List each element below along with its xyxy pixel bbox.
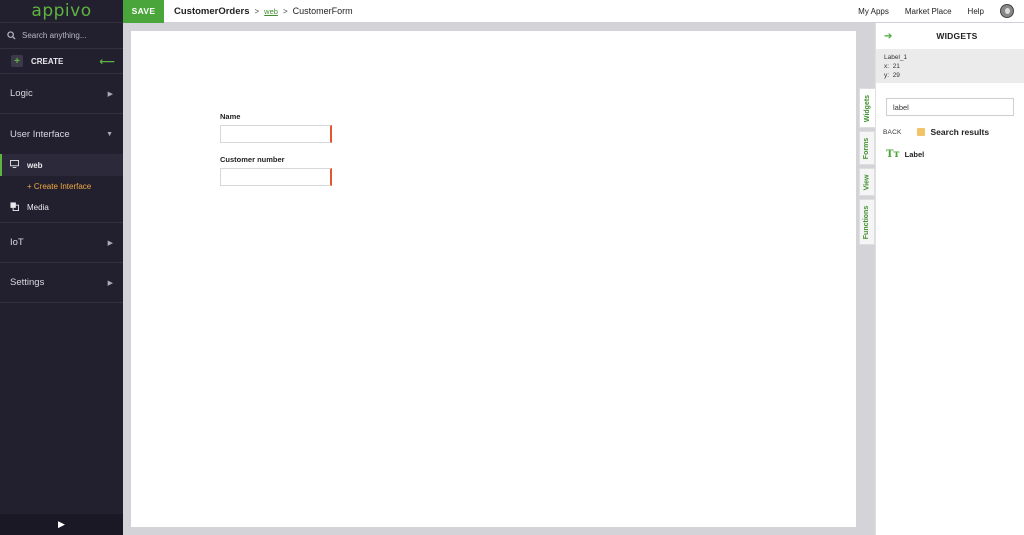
- breadcrumb-separator: >: [254, 6, 260, 16]
- top-nav: My Apps Market Place Help: [858, 4, 1024, 18]
- appivo-logo[interactable]: appivo: [0, 0, 123, 23]
- sidebar-item-media[interactable]: Media: [0, 196, 123, 218]
- tab-functions[interactable]: Functions: [859, 199, 875, 245]
- customer-number-input[interactable]: [220, 168, 332, 186]
- collapse-arrow-icon[interactable]: ⟵: [99, 55, 115, 68]
- name-input[interactable]: [220, 125, 332, 143]
- tab-view[interactable]: View: [859, 168, 875, 196]
- search-results-title: Search results: [930, 127, 990, 137]
- selected-x: 21: [892, 63, 900, 70]
- search-results-header: BACK Search results: [876, 127, 1024, 137]
- create-button[interactable]: + CREATE ⟵: [0, 49, 123, 74]
- tab-forms[interactable]: Forms: [859, 131, 875, 165]
- customer-number-label[interactable]: Customer number: [220, 155, 285, 164]
- panel-tabs: Widgets Forms View Functions: [859, 88, 875, 248]
- text-icon: Tт: [886, 149, 900, 160]
- sidebar-search[interactable]: Search anything...: [0, 23, 123, 49]
- chevron-down-icon: ▼: [106, 130, 113, 138]
- sidebar-group-user-interface: User Interface ▼ web + Create Interface …: [0, 114, 123, 223]
- panel-title: WIDGETS: [936, 31, 978, 41]
- search-input[interactable]: Search anything...: [22, 31, 86, 40]
- my-apps-link[interactable]: My Apps: [858, 7, 889, 16]
- search-icon: [7, 31, 16, 40]
- run-button[interactable]: ▶: [0, 514, 123, 535]
- monitor-icon: [10, 160, 19, 170]
- back-button[interactable]: BACK: [883, 129, 902, 136]
- selected-widget-name: Label_1: [884, 54, 908, 61]
- widget-item-label[interactable]: Tт Label: [876, 149, 1024, 160]
- breadcrumb: CustomerOrders > web > CustomerForm: [174, 6, 353, 17]
- media-icon: [10, 201, 19, 213]
- chevron-right-icon: ▶: [107, 239, 113, 247]
- create-interface-link[interactable]: + Create Interface: [0, 176, 123, 196]
- folder-icon: [916, 128, 925, 136]
- panel-header: ➔ WIDGETS: [876, 23, 1024, 49]
- widget-search-input[interactable]: label: [886, 98, 1014, 116]
- save-button[interactable]: SAVE: [123, 0, 164, 23]
- name-label[interactable]: Name: [220, 112, 240, 121]
- breadcrumb-form: CustomerForm: [292, 6, 353, 16]
- help-link[interactable]: Help: [968, 7, 984, 16]
- market-place-link[interactable]: Market Place: [905, 7, 952, 16]
- breadcrumb-web-link[interactable]: web: [264, 7, 278, 16]
- tab-widgets[interactable]: Widgets: [859, 88, 875, 128]
- sidebar-item-iot[interactable]: IoT ▶: [0, 223, 123, 263]
- sidebar-item-web[interactable]: web: [0, 154, 123, 176]
- selected-y-row: y: 29: [884, 72, 900, 79]
- selected-y: 29: [892, 72, 900, 79]
- widgets-panel: ➔ WIDGETS Label_1 x: 21 y: 29 label BACK…: [875, 23, 1024, 535]
- play-icon: ▶: [58, 519, 65, 529]
- selection-info: Label_1 x: 21 y: 29: [876, 49, 1024, 83]
- breadcrumb-app[interactable]: CustomerOrders: [174, 6, 250, 17]
- plus-icon: +: [11, 55, 23, 67]
- sidebar-item-user-interface[interactable]: User Interface ▼: [0, 114, 123, 154]
- top-bar: SAVE CustomerOrders > web > CustomerForm…: [123, 0, 1024, 23]
- sidebar: appivo Search anything... + CREATE ⟵ Log…: [0, 0, 123, 535]
- arrow-right-icon[interactable]: ➔: [884, 31, 892, 42]
- sidebar-item-logic[interactable]: Logic ▶: [0, 74, 123, 114]
- design-canvas[interactable]: Name Customer number: [131, 31, 856, 527]
- chevron-right-icon: ▶: [107, 279, 113, 287]
- breadcrumb-separator: >: [282, 6, 288, 16]
- selected-x-row: x: 21: [884, 63, 900, 70]
- chevron-right-icon: ▶: [107, 90, 113, 98]
- avatar[interactable]: [1000, 4, 1014, 18]
- sidebar-item-settings[interactable]: Settings ▶: [0, 263, 123, 303]
